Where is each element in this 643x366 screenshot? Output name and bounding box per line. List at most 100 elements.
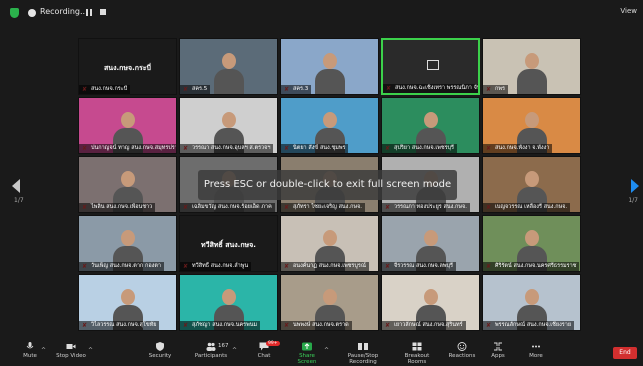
more-label: More	[529, 353, 543, 359]
participants-label: Participants	[194, 353, 228, 359]
page-indicator-left: 1/7	[14, 197, 24, 204]
video-camera-icon	[66, 344, 76, 349]
apps-button[interactable]: Apps	[488, 342, 508, 359]
recording-label: Recording...	[40, 7, 88, 16]
participant-name-label: ศิริรัตน์ สนง.กษจ.นครศรีธรรมราช	[483, 262, 580, 271]
meeting-toolbar: Mute ^ Stop Video ^ Security Participant…	[0, 340, 643, 366]
share-options-caret-icon[interactable]: ^	[324, 347, 329, 354]
participant-name-label: วันเพ็ญ สนง.กษจ.ตาก กองตา	[79, 262, 164, 271]
stop-video-label: Stop Video	[56, 353, 86, 359]
participant-tile[interactable]: ✘ปนกาญจน์ ทาญ สนง.กษจ.สมุทรปราการ	[78, 97, 177, 154]
participant-silhouette	[214, 53, 244, 94]
participant-tile[interactable]: ✘อนงค์นาฏ สนง.กษจ.เพชรบูรณ์	[280, 215, 379, 272]
fullscreen-exit-message: Press ESC or double-click to exit full s…	[198, 170, 457, 200]
mute-label: Mute	[23, 353, 37, 359]
participant-tile[interactable]: ✘จีรวรรณ สนง.กษจ.ลพบุรี	[381, 215, 480, 272]
participant-tile[interactable]: สนง.กษจ.กระบี่✘สนง.กษจ.กระบี่	[78, 38, 177, 95]
view-button[interactable]: View	[620, 7, 637, 15]
participant-name-label: สุปริยา สนง.กษจ.เพชรบุรี	[382, 144, 457, 153]
participant-name-label: นิตยา สังข์ สนง.ชุมพร	[281, 144, 349, 153]
apps-label: Apps	[491, 353, 505, 359]
recording-icon	[28, 9, 36, 17]
participants-count: 167	[218, 343, 229, 349]
chat-label: Chat	[257, 353, 271, 359]
previous-page-arrow-icon[interactable]	[12, 179, 20, 193]
reactions-smiley-icon	[457, 342, 467, 351]
participant-name-label: สคร.5	[180, 85, 211, 94]
top-bar: Recording... View	[0, 0, 643, 26]
camera-off-icon	[427, 60, 439, 70]
participant-tile[interactable]: ✘วรรณา สนง.กษจ.อุบลฯ ส.ตรวจฯ	[179, 97, 278, 154]
participant-name-label: อนงค์นาฏ สนง.กษจ.เพชรบูรณ์	[281, 262, 369, 271]
participant-tile[interactable]: ทวีสิทธิ์ สนง.กษจ.✘ทวีสิทธิ์ สนง.กษจ.ลำพ…	[179, 215, 278, 272]
participant-tile[interactable]: ✘สุปริยา สนง.กษจ.เพชรบุรี	[381, 97, 480, 154]
participant-name-label: สุภัทรา ไซยะเจริญ สนง.กษจ.	[281, 203, 366, 212]
participant-tile[interactable]: ✘ไพลิน สนง.กษจ.เพื่อนชาว	[78, 156, 177, 213]
next-page-arrow-icon[interactable]	[631, 179, 639, 193]
participant-name-label: เบญจวรรณ เหลืองรี สนง.กษจ.	[483, 203, 571, 212]
participant-tile[interactable]: ✘สคร.3	[280, 38, 379, 95]
participant-display-name: สนง.กษจ.กระบี่	[104, 64, 151, 72]
end-meeting-button[interactable]: End	[613, 347, 637, 359]
participant-tile[interactable]: ✘สนง.กษจ.พังงา จ.พังงา	[482, 97, 581, 154]
participant-tile[interactable]: ✘กพร	[482, 38, 581, 95]
participant-name-label: ทวีสิทธิ์ สนง.กษจ.ลำพูน	[180, 262, 252, 271]
participant-tile[interactable]: ✘ศิริรัตน์ สนง.กษจ.นครศรีธรรมราช	[482, 215, 581, 272]
breakout-rooms-label: Breakout Rooms	[404, 353, 430, 365]
mute-button[interactable]: Mute	[20, 342, 40, 359]
participant-tile[interactable]: ✘วิไลวรรณ สนง.กษจ.สุโขทัย	[78, 274, 177, 331]
participant-tile[interactable]: ✘วันเพ็ญ สนง.กษจ.ตาก กองตา	[78, 215, 177, 272]
more-button[interactable]: More	[526, 342, 546, 359]
participant-tile[interactable]: ✘สุภัชญา สนง.กษจ.นครพนม	[179, 274, 278, 331]
page-indicator-right: 1/7	[628, 197, 638, 204]
participant-name-label: นพพงษ์ สนง.กษจ.ตราด	[281, 321, 352, 330]
pause-stop-recording-button[interactable]: Pause/Stop Recording	[334, 342, 392, 365]
participant-tile[interactable]: ✘นพพงษ์ สนง.กษจ.ตราด	[280, 274, 379, 331]
participant-name-label: สนง.กษจ.พังงา จ.พังงา	[483, 144, 553, 153]
breakout-rooms-icon	[412, 342, 422, 351]
security-button[interactable]: Security	[148, 342, 172, 359]
participant-name-label: กพร	[483, 85, 508, 94]
participant-display-name: ทวีสิทธิ์ สนง.กษจ.	[201, 241, 256, 249]
participants-options-caret-icon[interactable]: ^	[232, 347, 237, 354]
participant-name-label: เฉลิมขวัญ สนง.กษจ.ร้อยเอ็ด ภาค	[180, 203, 275, 212]
participant-name-label: เยาวลักษณ์ สนง.กษจ.สุรินทร์	[382, 321, 466, 330]
pause-recording-button[interactable]	[86, 9, 92, 16]
security-shield-icon	[156, 342, 164, 351]
participant-silhouette	[517, 53, 547, 94]
participant-name-label: วิไลวรรณ สนง.กษจ.สุโขทัย	[79, 321, 160, 330]
shield-icon[interactable]	[10, 8, 19, 18]
audio-options-caret-icon[interactable]: ^	[41, 347, 46, 354]
pause-recording-label: Pause/Stop Recording	[347, 353, 379, 365]
participant-tile[interactable]: ✘เยาวลักษณ์ สนง.กษจ.สุรินทร์	[381, 274, 480, 331]
reactions-label: Reactions	[448, 353, 476, 359]
share-screen-icon	[302, 342, 312, 351]
participant-name-label: จีรวรรณ สนง.กษจ.ลพบุรี	[382, 262, 456, 271]
video-options-caret-icon[interactable]: ^	[88, 347, 93, 354]
participant-tile[interactable]: ✘สนง.กษจ.ฉะเชิงเทรา พรรณนิภา จันทร์	[381, 38, 480, 95]
share-screen-button[interactable]: Share Screen	[289, 342, 325, 365]
breakout-rooms-button[interactable]: Breakout Rooms	[396, 342, 438, 365]
share-screen-label: Share Screen	[297, 353, 317, 365]
participant-tile[interactable]: ✘สคร.5	[179, 38, 278, 95]
participant-name-label: พรรณลักษณ์ สนง.กษจ.เชียงราย	[483, 321, 575, 330]
participant-tile[interactable]: ✘พรรณลักษณ์ สนง.กษจ.เชียงราย	[482, 274, 581, 331]
participants-icon	[206, 342, 216, 351]
participant-name-label: สนง.กษจ.กระบี่	[79, 85, 131, 94]
participant-tile[interactable]: ✘เบญจวรรณ เหลืองรี สนง.กษจ.	[482, 156, 581, 213]
stop-video-button[interactable]: Stop Video	[54, 342, 88, 359]
pause-stop-icon	[358, 343, 368, 350]
security-label: Security	[148, 353, 172, 359]
participant-name-label: วรรณภา ทองประยูร สนง.กษจ.	[382, 203, 470, 212]
microphone-icon	[26, 342, 34, 349]
more-dots-icon	[532, 345, 540, 348]
participant-name-label: วรรณา สนง.กษจ.อุบลฯ ส.ตรวจฯ	[180, 144, 274, 153]
participant-name-label: ไพลิน สนง.กษจ.เพื่อนชาว	[79, 203, 156, 212]
participant-name-label: สุภัชญา สนง.กษจ.นครพนม	[180, 321, 261, 330]
participant-name-label: สนง.กษจ.ฉะเชิงเทรา พรรณนิภา จันทร์	[383, 84, 478, 93]
participant-name-label: สคร.3	[281, 85, 312, 94]
stop-recording-button[interactable]	[100, 9, 106, 15]
reactions-button[interactable]: Reactions	[448, 342, 476, 359]
chat-unread-badge: 99+	[266, 341, 280, 346]
participant-tile[interactable]: ✘นิตยา สังข์ สนง.ชุมพร	[280, 97, 379, 154]
